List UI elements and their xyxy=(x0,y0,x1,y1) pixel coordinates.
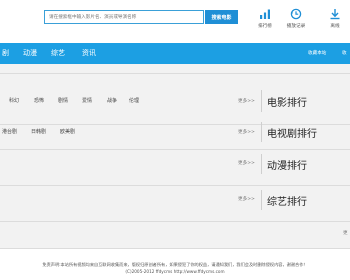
genre-link[interactable]: 欧美剧 xyxy=(60,128,75,135)
nav-item-variety[interactable]: 综艺 xyxy=(51,43,65,64)
offline-button[interactable]: 离线 xyxy=(320,8,350,36)
nav-item-anime[interactable]: 动漫 xyxy=(23,43,37,64)
nav-item-tv[interactable]: 剧 xyxy=(2,43,9,64)
top-header: 搜索电影 排行榜 播放记录 离线 xyxy=(0,0,350,43)
genre-link[interactable]: 恐怖 xyxy=(34,97,44,104)
clock-history-icon xyxy=(290,8,302,20)
genre-link[interactable]: 日韩剧 xyxy=(31,128,46,135)
play-history-button[interactable]: 播放记录 xyxy=(281,8,311,36)
movie-ranking-title[interactable]: 电影排行 xyxy=(267,94,307,109)
bar-chart-icon xyxy=(260,9,270,19)
divider xyxy=(261,90,262,112)
ranking-button[interactable]: 排行榜 xyxy=(250,8,280,36)
more-link[interactable]: 更多>> xyxy=(238,196,255,202)
genre-link[interactable]: 战争 xyxy=(107,97,117,104)
genre-link[interactable]: 剧情 xyxy=(58,97,68,104)
variety-ranking-title[interactable]: 综艺排行 xyxy=(267,193,307,208)
bookmark-site-link[interactable]: 收藏本站 xyxy=(308,43,326,64)
more-link[interactable]: 更多>> xyxy=(238,98,255,104)
anime-ranking-title[interactable]: 动漫排行 xyxy=(267,157,307,172)
genre-link[interactable]: 港台剧 xyxy=(2,128,17,135)
main-nav: 剧 动漫 综艺 资讯 收藏本站 收 xyxy=(0,43,350,64)
genre-link[interactable]: 伦理 xyxy=(129,97,139,104)
download-icon xyxy=(330,9,340,20)
tv-section: 港台剧 日韩剧 欧美剧 更多>> 电视剧排行 xyxy=(0,122,350,150)
ranking-label: 排行榜 xyxy=(258,24,272,29)
nav-item-news[interactable]: 资讯 xyxy=(82,43,96,64)
footer: 免责声明:本站所有视频均来自互联网收集而来，版权归原创者所有，如果侵犯了你的权益… xyxy=(0,248,350,280)
movie-section: 科幻 恐怖 剧情 爱情 战争 伦理 更多>> 电影排行 xyxy=(0,74,350,125)
more-link[interactable]: 更多>> xyxy=(238,160,255,166)
variety-section: 更多>> 综艺排行 xyxy=(0,186,350,222)
divider xyxy=(261,190,262,210)
search-box xyxy=(44,10,204,24)
more-link-partial[interactable]: 更 xyxy=(343,230,348,236)
anime-section: 更多>> 动漫排行 xyxy=(0,150,350,186)
divider xyxy=(261,154,262,174)
footer-disclaimer: 免责声明:本站所有视频均来自互联网收集而来，版权归原创者所有，如果侵犯了你的权益… xyxy=(42,262,308,267)
nav-right-partial[interactable]: 收 xyxy=(342,43,347,64)
genre-link[interactable]: 科幻 xyxy=(9,97,19,104)
more-link[interactable]: 更多>> xyxy=(238,129,255,135)
divider xyxy=(261,122,262,142)
tv-ranking-title[interactable]: 电视剧排行 xyxy=(267,125,317,140)
search-input[interactable] xyxy=(45,11,203,23)
offline-label: 离线 xyxy=(330,24,340,29)
play-history-label: 播放记录 xyxy=(286,24,306,29)
footer-copyright: (C)2005-2012 ffdycms http://www.ffdycms.… xyxy=(125,269,225,274)
search-button[interactable]: 搜索电影 xyxy=(205,10,238,24)
genre-link[interactable]: 爱情 xyxy=(82,97,92,104)
